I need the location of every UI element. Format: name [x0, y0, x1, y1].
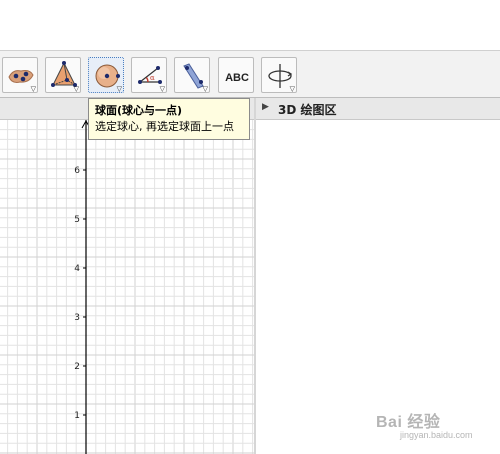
y-axis-tick-label: 1 — [74, 411, 80, 421]
graphics-grid: 1 2 3 4 5 6 — [0, 120, 254, 454]
view3d-canvas[interactable] — [256, 120, 500, 454]
y-axis-tick-label: 3 — [74, 313, 80, 323]
expand-triangle-icon[interactable]: ▶ — [262, 102, 269, 112]
graphics-view[interactable]: 1 2 3 4 5 6 — [0, 120, 254, 454]
text-tool-label: ABC — [225, 72, 249, 84]
tool-tooltip: 球面(球心与一点) 选定球心, 再选定球面上一点 — [88, 98, 250, 140]
dropdown-indicator-icon: ▽ — [289, 85, 295, 93]
angle-tool-button[interactable]: α ▽ — [131, 57, 167, 93]
y-axis-tick-label: 6 — [74, 166, 80, 176]
sphere-tool-button[interactable]: ▽ — [88, 57, 124, 93]
text-icon: ABC — [225, 72, 249, 84]
y-axis-tick-label: 2 — [74, 362, 80, 372]
baidu-jingyan-watermark: Bai 经验 jingyan.baidu.com — [376, 408, 486, 444]
pyramid-tool-button[interactable]: ▽ — [45, 57, 81, 93]
dropdown-indicator-icon: ▽ — [30, 85, 36, 93]
text-tool-button[interactable]: ABC — [218, 57, 254, 93]
dropdown-indicator-icon: ▽ — [73, 85, 79, 93]
dropdown-indicator-icon: ▽ — [159, 85, 165, 93]
polyhedron-tool-button[interactable]: ▽ — [2, 57, 38, 93]
tooltip-description: 选定球心, 再选定球面上一点 — [95, 120, 234, 133]
y-axis-tick-label: 4 — [74, 264, 80, 274]
watermark-brand: Bai 经验 — [376, 414, 441, 431]
rotate-view-tool-button[interactable]: ▽ — [261, 57, 297, 93]
plane-tool-button[interactable]: ▽ — [174, 57, 210, 93]
tooltip-title: 球面(球心与一点) — [95, 104, 183, 117]
toolbar: ▽ ▽ ▽ α ▽ ▽ ABC ▽ — [0, 50, 500, 98]
dropdown-indicator-icon: ▽ — [202, 85, 208, 93]
y-axis-tick-label: 5 — [74, 215, 80, 225]
watermark-url: jingyan.baidu.com — [400, 430, 473, 440]
svg-text:α: α — [150, 74, 155, 82]
view3d-title: 3D 绘图区 — [278, 103, 337, 117]
dropdown-indicator-icon: ▽ — [116, 85, 122, 93]
view3d-header[interactable]: ▶ 3D 绘图区 — [256, 98, 500, 120]
